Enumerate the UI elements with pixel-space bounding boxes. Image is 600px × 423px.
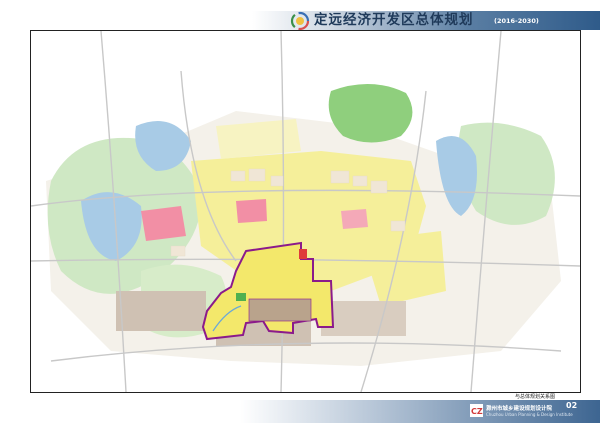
development-zone-green: [236, 293, 246, 301]
commercial-east: [341, 209, 368, 229]
institute-name-english: Chuzhou Urban Planning & Design Institut…: [486, 412, 573, 417]
planning-sheet: 定远经济开发区总体规划 (2016-2030) 与总体规划关系图 CZ 滁州市城…: [0, 0, 600, 423]
commercial-center: [236, 199, 267, 223]
page-number: 02: [566, 401, 578, 410]
map-frame: [30, 30, 581, 393]
plan-logo-icon: [290, 11, 310, 31]
land-use-map: [31, 31, 580, 392]
page-title: 定远经济开发区总体规划: [314, 12, 474, 28]
commercial-west: [141, 206, 186, 241]
institute-name: 滁州市城乡建设规划设计院: [486, 406, 553, 412]
institute-logo-icon: CZ: [470, 404, 483, 417]
development-zone-industrial: [248, 298, 312, 322]
industrial-south-1: [116, 291, 206, 331]
greenland-north: [328, 83, 413, 143]
industrial-south-3: [321, 301, 406, 336]
svg-text:CZ: CZ: [471, 407, 483, 416]
development-zone-commercial: [299, 249, 307, 259]
plan-period: (2016-2030): [494, 17, 539, 25]
map-caption: 与总体规划关系图: [515, 394, 556, 400]
